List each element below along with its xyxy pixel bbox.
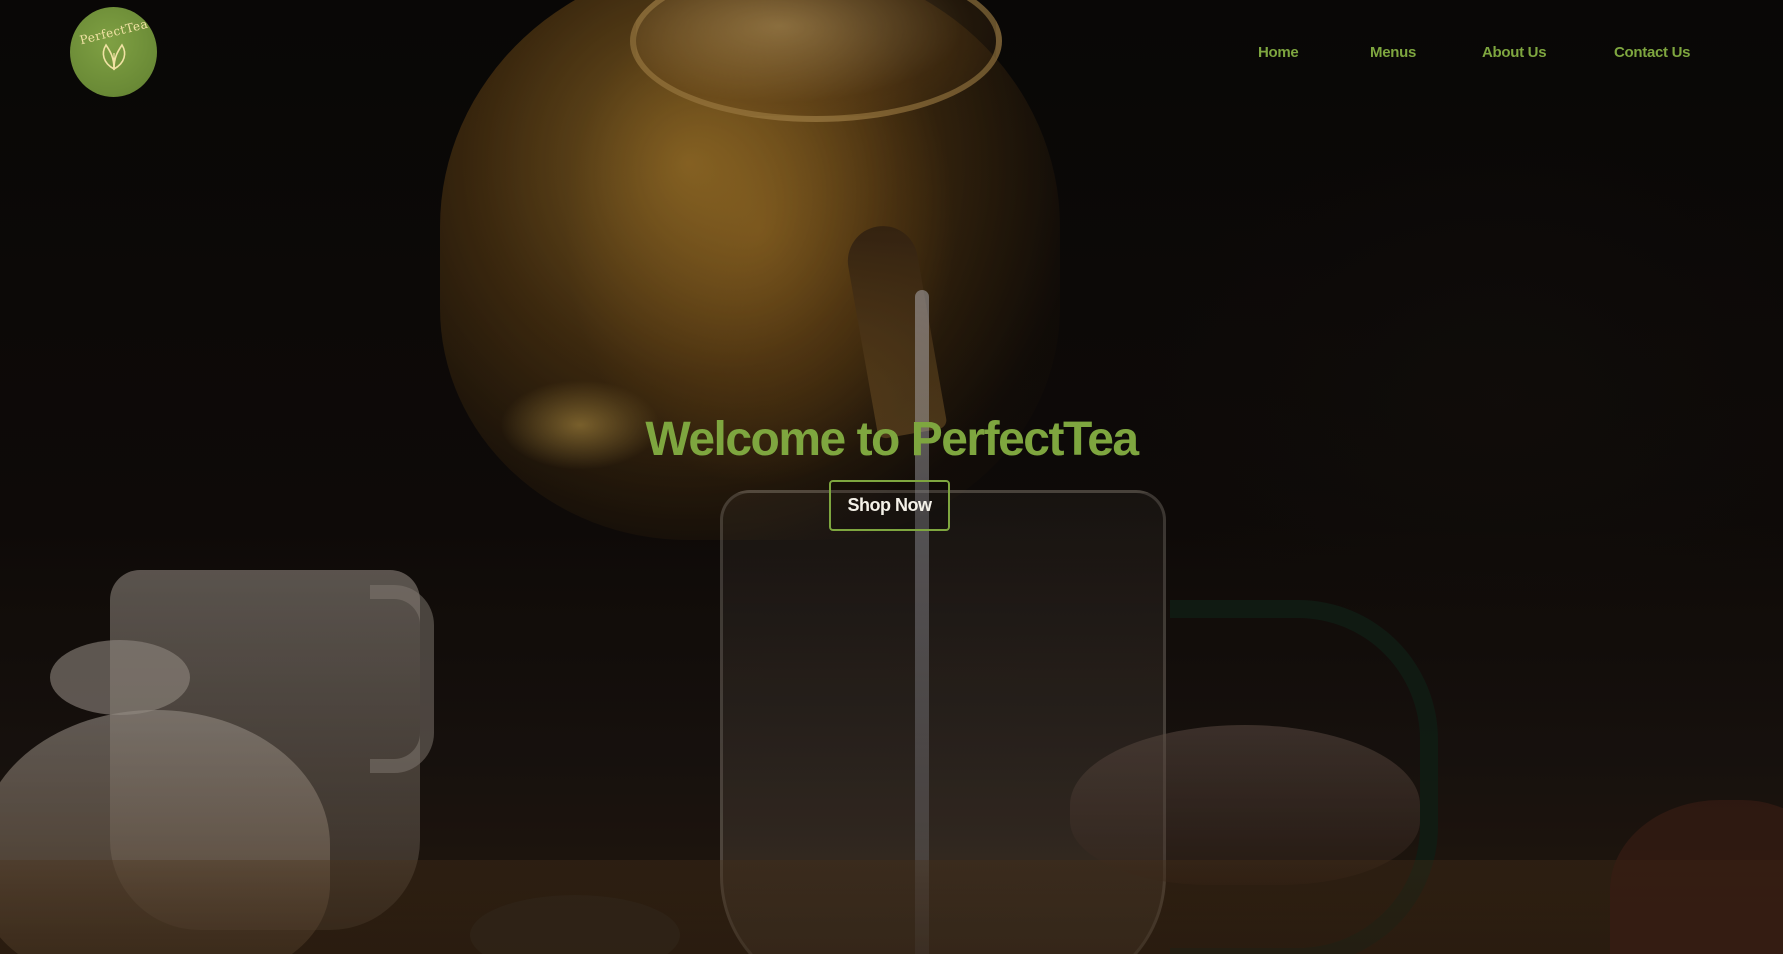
nav-menus-link[interactable]: Menus — [1370, 44, 1416, 61]
hero-section: PerfectTea Home Menus About Us Contact U… — [0, 0, 1783, 954]
main-nav: Home Menus About Us Contact Us — [0, 44, 1783, 68]
shop-now-button[interactable]: Shop Now — [829, 480, 950, 531]
hero-title: Welcome to PerfectTea — [645, 413, 1139, 466]
nav-contact-link[interactable]: Contact Us — [1614, 44, 1690, 61]
nav-about-link[interactable]: About Us — [1482, 44, 1547, 61]
hero-overlay — [0, 0, 1783, 954]
nav-home-link[interactable]: Home — [1258, 44, 1299, 61]
